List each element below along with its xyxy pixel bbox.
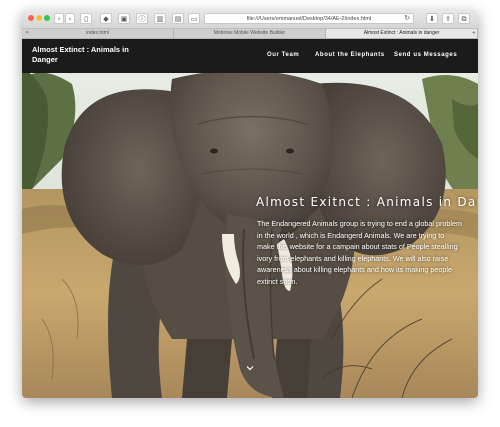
nav-send-messages[interactable]: Send us Messages xyxy=(394,52,457,58)
browser-toolbar: ‹ › ▯ ◆ ▣ ⓘ ▥ ▤ ▭ file:///Users/emmanuel… xyxy=(22,10,478,29)
extensions-icon[interactable]: ▤ xyxy=(172,13,184,24)
tab-almost-extinct[interactable]: Almost Extinct : Animals in danger xyxy=(326,29,478,38)
zoom-window-button[interactable] xyxy=(44,15,50,21)
reload-icon[interactable]: ↻ xyxy=(404,14,410,24)
hero-description: The Endangered Animals group is trying t… xyxy=(257,219,462,286)
site-brand[interactable]: Almost Extinct : Animals in Danger xyxy=(32,45,142,65)
sidebar-icon[interactable]: ▯ xyxy=(80,13,92,24)
share-icon[interactable]: ⇪ xyxy=(442,13,454,24)
new-tab-icon[interactable]: + xyxy=(472,29,476,38)
tab-mobirise[interactable]: Mobirise Mobile Website Builder xyxy=(174,29,326,38)
close-window-button[interactable] xyxy=(28,15,34,21)
extensions-icon[interactable]: ◆ xyxy=(100,13,112,24)
extensions-icon[interactable]: ⓘ xyxy=(136,13,148,24)
close-tab-icon[interactable]: ✕ xyxy=(25,30,29,36)
tab-bar: ✕ index.html Mobirise Mobile Website Bui… xyxy=(22,29,478,39)
tab-index[interactable]: index.html xyxy=(22,29,174,38)
nav-our-team[interactable]: Our Team xyxy=(267,52,299,58)
site-navbar: Almost Extinct : Animals in Danger Our T… xyxy=(22,39,478,73)
browser-window: ‹ › ▯ ◆ ▣ ⓘ ▥ ▤ ▭ file:///Users/emmanuel… xyxy=(22,10,478,398)
nav-about-elephants[interactable]: About the Elephants xyxy=(315,52,385,58)
chevron-down-icon[interactable] xyxy=(246,364,254,372)
tabs-icon[interactable]: ⧉ xyxy=(458,13,470,24)
extensions-icon[interactable]: ▣ xyxy=(118,13,130,24)
minimize-window-button[interactable] xyxy=(36,15,42,21)
page-viewport: Almost Extinct : Animals in Danger Our T… xyxy=(22,39,478,398)
hero-title: Almost Exitnct : Animals in Danger xyxy=(256,195,478,209)
download-icon[interactable]: ⬇ xyxy=(426,13,438,24)
address-bar[interactable]: file:///Users/emmanuel/Desktop/34/AE-2/i… xyxy=(204,13,414,24)
forward-icon[interactable]: › xyxy=(65,13,75,24)
extensions-icon[interactable]: ▥ xyxy=(154,13,166,24)
address-text: file:///Users/emmanuel/Desktop/34/AE-2/i… xyxy=(246,16,372,22)
extensions-icon[interactable]: ▭ xyxy=(188,13,200,24)
back-icon[interactable]: ‹ xyxy=(54,13,64,24)
